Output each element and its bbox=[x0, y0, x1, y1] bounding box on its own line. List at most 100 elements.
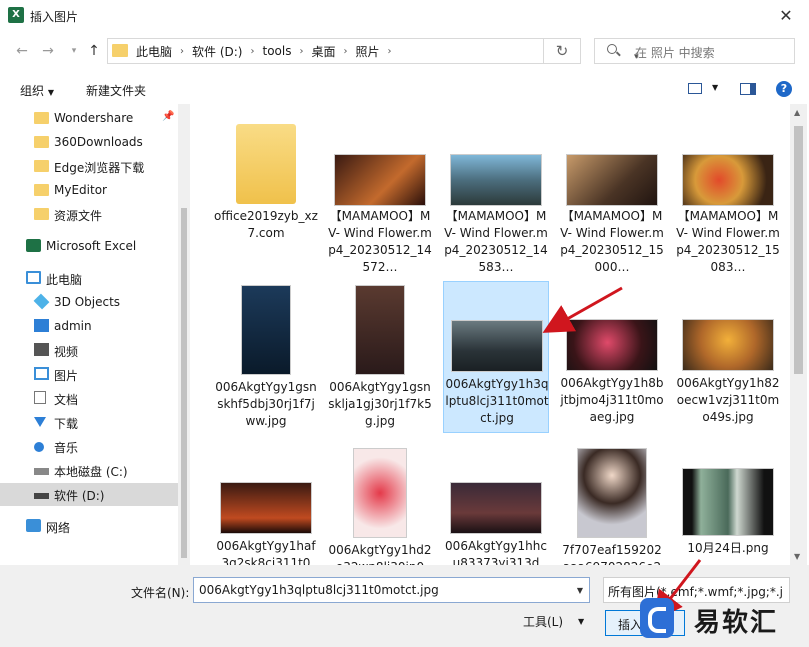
address-bar[interactable]: 此电脑 › 软件 (D:) › tools › 桌面 › 照片 › ▾ bbox=[107, 38, 639, 64]
chevron-right-icon[interactable]: › bbox=[343, 46, 347, 57]
file-name: 006AkgtYgy1haf3g2sk8cj311t0 bbox=[216, 539, 316, 565]
scrollbar-thumb[interactable] bbox=[794, 126, 803, 374]
folder-icon bbox=[112, 44, 128, 57]
image-thumbnail bbox=[566, 319, 658, 371]
sidebar-item[interactable]: Edge浏览器下载 bbox=[0, 155, 178, 178]
chevron-right-icon[interactable]: › bbox=[180, 46, 184, 57]
drive-icon bbox=[34, 493, 49, 499]
folder-item[interactable]: office2019zyb_xz7.com bbox=[213, 116, 319, 268]
sidebar-item-label: 资源文件 bbox=[54, 209, 103, 223]
search-input[interactable]: 在 照片 中搜索 bbox=[594, 38, 795, 64]
up-button[interactable]: ↑ bbox=[84, 41, 104, 61]
file-item[interactable]: 【MAMAMOO】MV- Wind Flower.mp4_20230512_14… bbox=[327, 116, 433, 274]
help-icon[interactable]: ? bbox=[776, 81, 792, 97]
breadcrumb-item[interactable]: 软件 (D:) bbox=[192, 43, 242, 60]
navigation-scrollbar[interactable] bbox=[178, 104, 190, 565]
organize-button[interactable]: 组织 ▼ bbox=[20, 82, 54, 99]
chevron-down-icon[interactable]: ▼ bbox=[577, 586, 583, 595]
view-dropdown-icon[interactable]: ▼ bbox=[712, 83, 718, 92]
chevron-right-icon[interactable]: › bbox=[388, 46, 392, 57]
scrollbar-thumb[interactable] bbox=[181, 208, 187, 558]
file-item[interactable]: 【MAMAMOO】MV- Wind Flower.mp4_20230512_14… bbox=[443, 116, 549, 274]
sidebar-item-this-pc[interactable]: 此电脑 bbox=[0, 267, 178, 290]
preview-pane-icon[interactable] bbox=[740, 83, 756, 95]
file-item[interactable]: 006AkgtYgy1gsnskhf5dbj30rj1f7jww.jpg bbox=[213, 281, 319, 433]
file-item[interactable]: 006AkgtYgy1haf3g2sk8cj311t0 bbox=[213, 444, 319, 565]
sidebar-item-label: 视频 bbox=[54, 345, 79, 359]
file-name: 006AkgtYgy1h3qlptu8lcj311t0motct.jpg bbox=[445, 377, 549, 425]
file-list-scrollbar[interactable]: ▲ ▼ bbox=[790, 104, 807, 565]
tools-button[interactable]: 工具(L) bbox=[523, 613, 563, 630]
view-icon[interactable] bbox=[688, 83, 702, 94]
file-item[interactable]: 006AkgtYgy1hd2o32wp8lj30jp0 bbox=[327, 444, 433, 565]
scroll-down-icon[interactable]: ▼ bbox=[794, 552, 800, 561]
sidebar-item[interactable]: MyEditor bbox=[0, 179, 178, 202]
breadcrumb-item[interactable]: 此电脑 bbox=[136, 43, 172, 60]
drive-icon bbox=[34, 468, 49, 475]
sidebar-item[interactable]: 3D Objects bbox=[0, 291, 178, 314]
watermark-logo: 易软汇 bbox=[630, 585, 809, 647]
filename-field[interactable]: 006AkgtYgy1h3qlptu8lcj311t0motct.jpg ▼ bbox=[193, 577, 590, 603]
computer-icon bbox=[26, 271, 41, 284]
file-name: 【MAMAMOO】MV- Wind Flower.mp4_20230512_14… bbox=[328, 209, 432, 274]
sidebar-item-label: admin bbox=[54, 319, 92, 333]
chevron-right-icon[interactable]: › bbox=[250, 46, 254, 57]
music-icon bbox=[34, 442, 44, 452]
sidebar-item[interactable]: 资源文件 bbox=[0, 203, 178, 226]
file-item[interactable]: 006AkgtYgy1h82oecw1vzj311t0mo49s.jpg bbox=[675, 281, 781, 433]
file-item[interactable]: 【MAMAMOO】MV- Wind Flower.mp4_20230512_15… bbox=[559, 116, 665, 274]
file-name: 006AkgtYgy1hd2o32wp8lj30jp0 bbox=[328, 543, 432, 565]
file-item[interactable]: 【MAMAMOO】MV- Wind Flower.mp4_20230512_15… bbox=[675, 116, 781, 274]
file-item[interactable]: 10月24日.png bbox=[675, 444, 781, 565]
image-thumbnail bbox=[353, 448, 407, 538]
sidebar-item-excel[interactable]: Microsoft Excel bbox=[0, 235, 178, 258]
breadcrumb-item[interactable]: 桌面 bbox=[311, 43, 335, 60]
sidebar-item[interactable]: 音乐 bbox=[0, 435, 178, 458]
chevron-right-icon[interactable]: › bbox=[299, 46, 303, 57]
network-icon bbox=[26, 519, 41, 532]
scroll-up-icon[interactable]: ▲ bbox=[794, 108, 800, 117]
file-item[interactable]: 006AkgtYgy1h8bjtbjmo4j311t0moaeg.jpg bbox=[559, 281, 665, 433]
image-thumbnail bbox=[451, 320, 543, 372]
sidebar-item[interactable]: 本地磁盘 (C:) bbox=[0, 459, 178, 482]
file-item[interactable]: 006AkgtYgy1gsnsklja1gj30rj1f7k5g.jpg bbox=[327, 281, 433, 433]
document-icon bbox=[34, 391, 46, 404]
new-folder-button[interactable]: 新建文件夹 bbox=[86, 82, 146, 99]
download-icon bbox=[34, 417, 46, 427]
sidebar-item[interactable]: admin bbox=[0, 315, 178, 338]
picture-icon bbox=[34, 367, 49, 380]
close-button[interactable]: ✕ bbox=[763, 0, 809, 32]
sidebar-item[interactable]: 文档 bbox=[0, 387, 178, 410]
sidebar-item[interactable]: 360Downloads bbox=[0, 131, 178, 154]
image-thumbnail bbox=[220, 482, 312, 534]
refresh-button[interactable]: ↻ bbox=[544, 38, 581, 64]
folder-icon bbox=[236, 124, 296, 204]
sidebar-item-label: Edge浏览器下载 bbox=[54, 161, 145, 175]
file-name: office2019zyb_xz7.com bbox=[214, 209, 318, 240]
breadcrumb-item[interactable]: tools bbox=[262, 44, 291, 58]
file-item[interactable]: 006AkgtYgy1h3qlptu8lcj311t0motct.jpg bbox=[443, 281, 549, 433]
recent-locations-button[interactable]: ▾ bbox=[64, 41, 84, 61]
pin-icon[interactable]: 📌 bbox=[162, 111, 174, 122]
navigation-pane: Wondershare 📌 360Downloads Edge浏览器下载 MyEdito… bbox=[0, 104, 190, 565]
sidebar-item[interactable]: 图片 bbox=[0, 363, 178, 386]
sidebar-item[interactable]: 视频 bbox=[0, 339, 178, 362]
file-name: 10月24日.png bbox=[687, 541, 769, 555]
sidebar-item[interactable]: 下载 bbox=[0, 411, 178, 434]
sidebar-item-label: MyEditor bbox=[54, 183, 107, 197]
breadcrumb-item[interactable]: 照片 bbox=[355, 43, 379, 60]
file-list: office2019zyb_xz7.com 【MAMAMOO】MV- Wind F… bbox=[196, 104, 789, 565]
folder-icon bbox=[34, 208, 49, 220]
sidebar-item[interactable]: 软件 (D:) bbox=[0, 483, 178, 506]
search-placeholder: 在 照片 中搜索 bbox=[635, 46, 715, 60]
search-icon bbox=[607, 44, 617, 54]
file-item[interactable]: 006AkgtYgy1hhcu83373yj313d bbox=[443, 444, 549, 565]
chevron-down-icon[interactable]: ▼ bbox=[578, 617, 584, 626]
sidebar-item[interactable]: Wondershare 📌 bbox=[0, 107, 178, 130]
user-folder-icon bbox=[34, 319, 49, 332]
sidebar-item-network[interactable]: 网络 bbox=[0, 515, 178, 538]
file-item[interactable]: 7f707eaf159202aaa69702826e2 bbox=[559, 444, 665, 565]
forward-button[interactable]: → bbox=[38, 41, 58, 61]
back-button[interactable]: ← bbox=[12, 41, 32, 61]
sidebar-item-label: 音乐 bbox=[54, 441, 79, 455]
